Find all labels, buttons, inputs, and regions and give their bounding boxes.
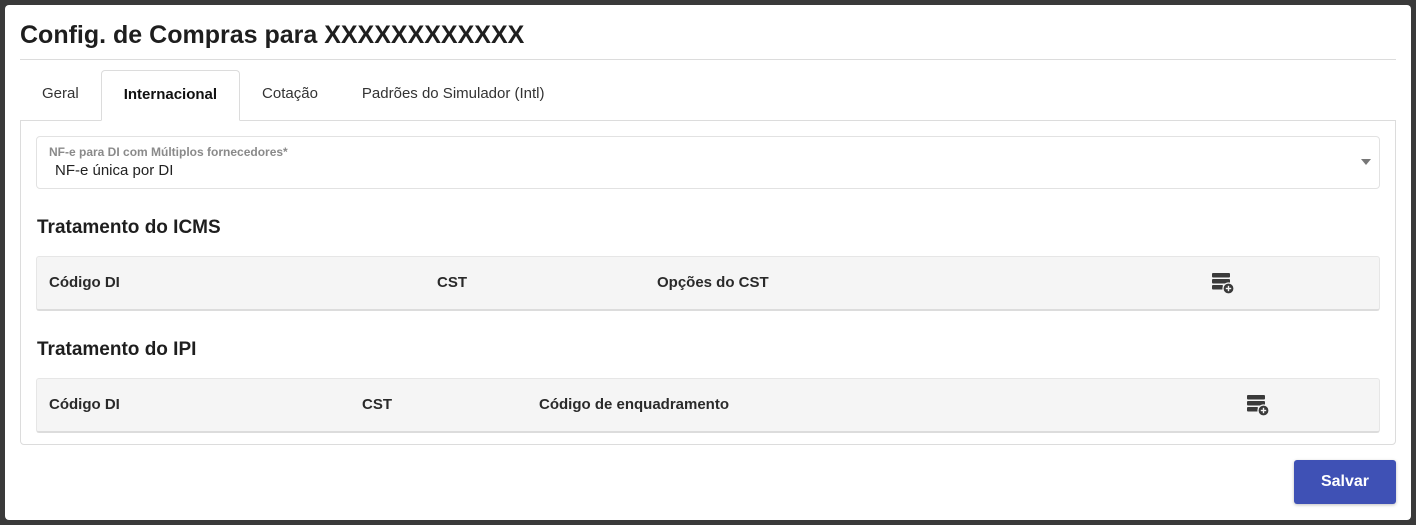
add-row-icon[interactable] [1246, 393, 1270, 417]
icms-col-cst: CST [437, 274, 467, 291]
ipi-section-title: Tratamento do IPI [37, 339, 197, 360]
ipi-col-cst: CST [362, 396, 392, 413]
ipi-col-codigo-enquadramento: Código de enquadramento [539, 396, 730, 413]
nfe-di-select[interactable]: NF-e para DI com Múltiplos fornecedores*… [36, 136, 1380, 189]
icms-col-codigo-di: Código DI [49, 274, 120, 291]
config-dialog: Config. de Compras para XXXXXXXXXXXX Ger… [5, 5, 1411, 520]
add-row-icon[interactable] [1211, 271, 1235, 295]
ipi-col-codigo-di: Código DI [49, 396, 120, 413]
nfe-di-select-value: NF-e única por DI [55, 162, 174, 179]
icms-col-opcoes-cst: Opções do CST [657, 274, 769, 291]
tab-cotacao[interactable]: Cotação [240, 70, 340, 121]
tab-geral[interactable]: Geral [20, 70, 101, 121]
dialog-header: Config. de Compras para XXXXXXXXXXXX [20, 19, 1396, 60]
tab-panel-internacional: NF-e para DI com Múltiplos fornecedores*… [20, 120, 1396, 445]
save-button[interactable]: Salvar [1294, 460, 1396, 504]
nfe-di-select-label: NF-e para DI com Múltiplos fornecedores* [49, 145, 288, 159]
icms-section-title: Tratamento do ICMS [37, 217, 221, 238]
chevron-down-icon [1361, 159, 1371, 165]
tab-internacional[interactable]: Internacional [100, 70, 241, 121]
tab-bar: Geral Internacional Cotação Padrões do S… [20, 70, 567, 121]
dialog-title: Config. de Compras para XXXXXXXXXXXX [20, 21, 525, 49]
icms-table-header: Código DI CST Opções do CST [36, 256, 1380, 311]
ipi-table-header: Código DI CST Código de enquadramento [36, 378, 1380, 433]
tab-padroes-simulador[interactable]: Padrões do Simulador (Intl) [340, 70, 567, 121]
